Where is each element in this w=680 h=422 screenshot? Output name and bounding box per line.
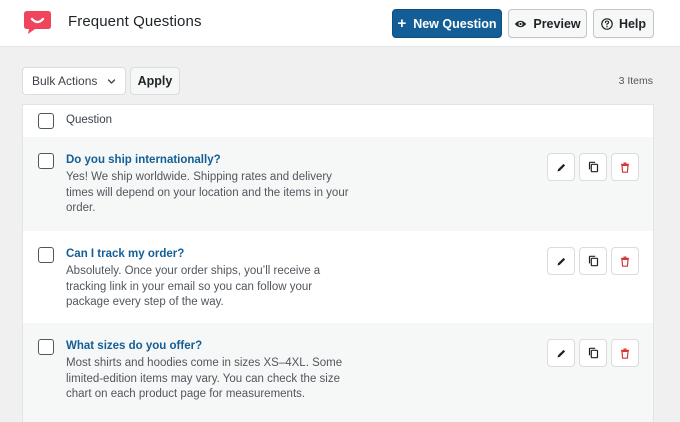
answer-line: order.: [66, 202, 96, 214]
question-answer: Most shirts and hoodies come in sizes XS…: [66, 356, 366, 403]
row-checkbox[interactable]: [38, 247, 54, 263]
answer-line: chart on each product page for measureme…: [66, 388, 306, 400]
question-title-link[interactable]: Do you ship internationally?: [66, 154, 221, 166]
eye-icon: [514, 19, 527, 29]
preview-button[interactable]: Preview: [508, 9, 587, 38]
delete-button[interactable]: [611, 247, 639, 275]
delete-button[interactable]: [611, 153, 639, 181]
column-header-question: Question: [66, 114, 113, 126]
question-title-link[interactable]: Can I track my order?: [66, 248, 184, 260]
question-answer: Absolutely. Once your order ships, you’l…: [66, 264, 366, 311]
row-checkbox[interactable]: [38, 339, 54, 355]
new-question-label: New Question: [413, 16, 497, 31]
table-header: Question: [23, 105, 653, 137]
help-label: Help: [618, 16, 647, 31]
duplicate-button[interactable]: [579, 153, 607, 181]
delete-button[interactable]: [611, 339, 639, 367]
copy-icon: [588, 347, 598, 359]
table-row: Do you ship internationally? Yes! We shi…: [23, 137, 653, 231]
row-checkbox[interactable]: [38, 153, 54, 169]
copy-icon: [588, 161, 598, 173]
plus-icon: +: [397, 15, 407, 32]
question-title-link[interactable]: What sizes do you offer?: [66, 340, 202, 352]
answer-line: limited-edition items may vary. You can …: [66, 372, 340, 385]
copy-icon: [588, 255, 598, 267]
question-answer: Yes! We ship worldwide. Shipping rates a…: [66, 170, 366, 217]
trash-icon: [621, 348, 629, 359]
answer-line: Yes! We ship worldwide. Shipping rates a…: [66, 171, 332, 183]
answer-line: times will depend on your location and t…: [66, 186, 349, 199]
edit-button[interactable]: [547, 153, 575, 181]
preview-label: Preview: [533, 16, 581, 31]
edit-button[interactable]: [547, 247, 575, 275]
chat-smile-logo: [24, 11, 51, 34]
apply-button[interactable]: Apply: [130, 67, 180, 95]
answer-line: package every step of the way.: [66, 296, 224, 308]
bulk-actions-value: Bulk Actions: [32, 74, 98, 88]
trash-icon: [621, 162, 629, 173]
new-question-button[interactable]: + New Question: [392, 9, 502, 38]
help-button[interactable]: Help: [593, 9, 654, 38]
item-count: 3 Items: [618, 75, 653, 87]
answer-line: Absolutely. Once your order ships, you’l…: [66, 265, 321, 277]
chevron-down-icon: [107, 79, 116, 84]
pencil-icon: [557, 163, 565, 171]
bulk-actions-select[interactable]: Bulk Actions: [22, 67, 126, 95]
duplicate-button[interactable]: [579, 339, 607, 367]
answer-line: tracking link in your email so you can f…: [66, 280, 313, 293]
edit-button[interactable]: [547, 339, 575, 367]
questions-table: Question Do you ship internationally? Ye…: [22, 104, 654, 422]
table-row: What sizes do you offer? Most shirts and…: [23, 323, 653, 422]
answer-line: Most shirts and hoodies come in sizes XS…: [66, 357, 343, 369]
page-title: Frequent Questions: [68, 13, 202, 30]
duplicate-button[interactable]: [579, 247, 607, 275]
select-all-checkbox[interactable]: [38, 113, 54, 129]
top-bar: Frequent Questions + New Question Previe…: [0, 0, 680, 47]
pencil-icon: [557, 349, 565, 357]
question-circle-icon: [601, 17, 613, 30]
table-row: Can I track my order? Absolutely. Once y…: [23, 231, 653, 323]
trash-icon: [621, 256, 629, 267]
pencil-icon: [557, 257, 565, 265]
